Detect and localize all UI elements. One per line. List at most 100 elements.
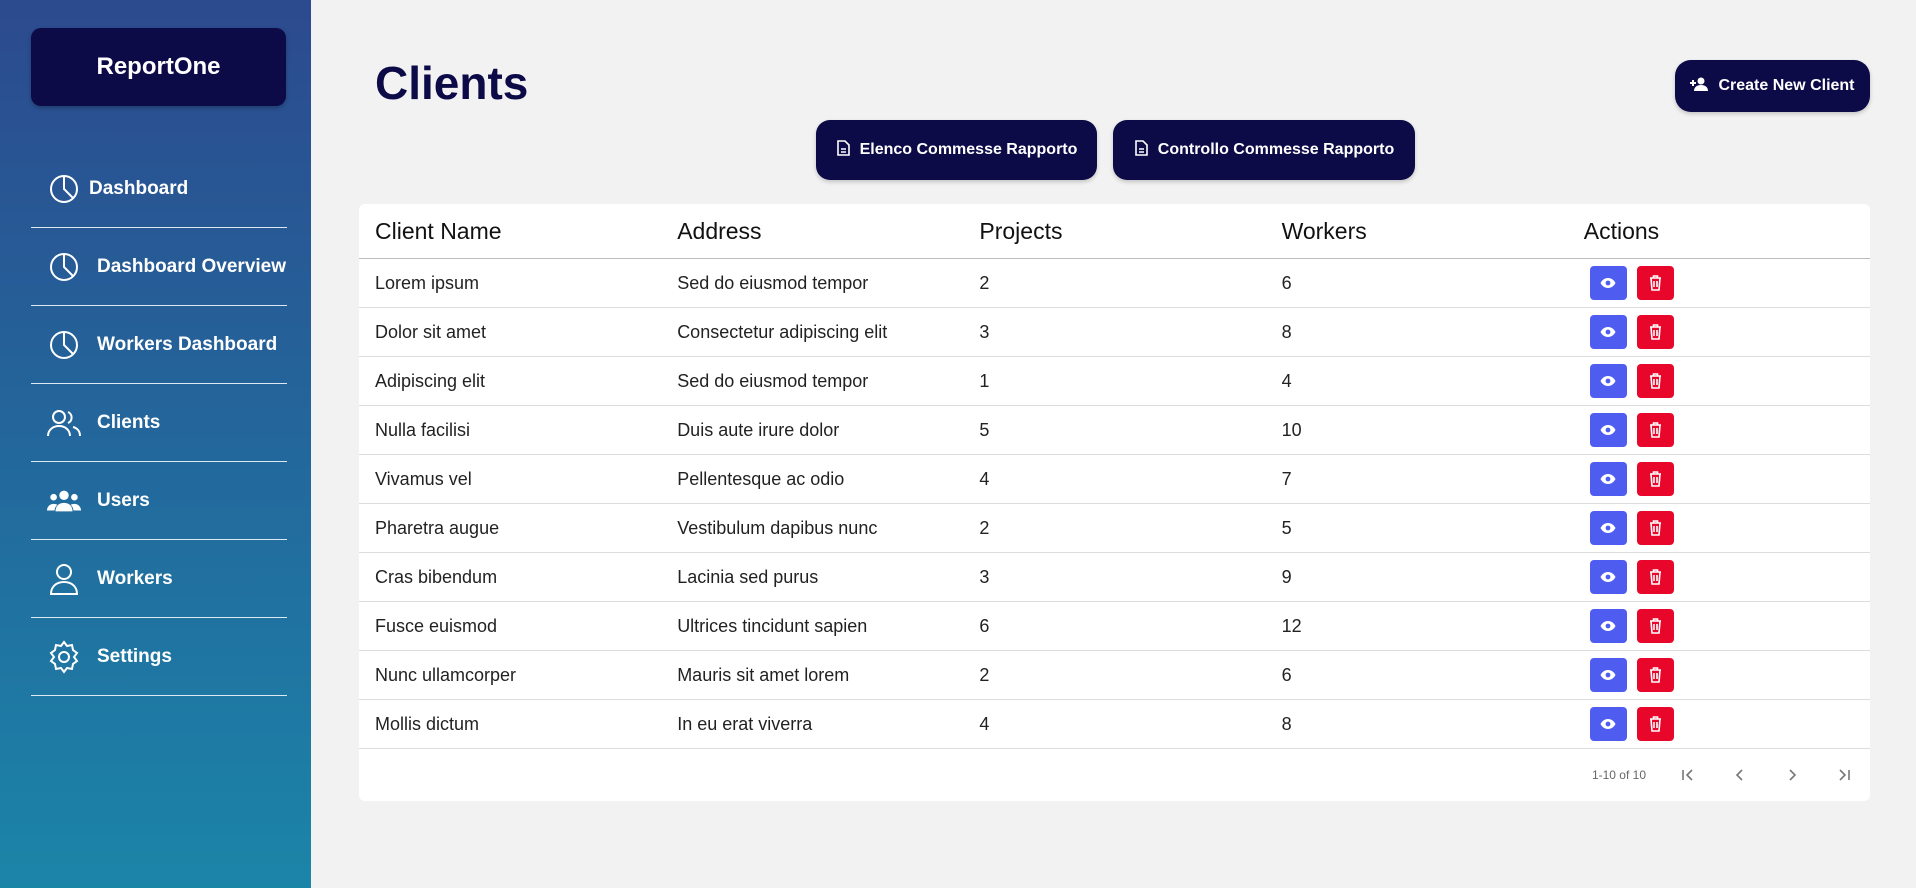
sidebar-item-label: Users: [97, 489, 150, 511]
view-button[interactable]: [1589, 266, 1627, 300]
column-header-client-name[interactable]: Client Name: [359, 204, 662, 259]
delete-button[interactable]: [1636, 707, 1674, 741]
gear-icon: [47, 639, 81, 674]
sidebar-item-label: Settings: [97, 645, 172, 667]
column-header-actions: Actions: [1567, 204, 1870, 259]
projects-cell: 4: [963, 699, 1266, 749]
delete-button[interactable]: [1636, 364, 1674, 398]
eye-icon: [1600, 474, 1616, 484]
trash-icon: [1649, 275, 1661, 291]
delete-button[interactable]: [1636, 511, 1674, 545]
client-name-cell: Vivamus vel: [359, 454, 662, 504]
first-page-icon[interactable]: [1662, 755, 1714, 795]
view-button[interactable]: [1589, 560, 1627, 594]
eye-icon: [1600, 621, 1616, 631]
sidebar-item-workers[interactable]: Workers: [31, 540, 287, 618]
workers-cell: 6: [1265, 258, 1568, 308]
eye-icon: [1600, 327, 1616, 337]
actions-cell: [1567, 356, 1870, 406]
sidebar-item-settings[interactable]: Settings: [31, 618, 287, 696]
delete-button[interactable]: [1636, 315, 1674, 349]
client-name-cell: Cras bibendum: [359, 552, 662, 602]
workers-cell: 4: [1265, 356, 1568, 406]
client-name-cell: Lorem ipsum: [359, 258, 662, 308]
view-button[interactable]: [1589, 609, 1627, 643]
brand-logo[interactable]: ReportOne: [31, 28, 286, 106]
main-content: Clients Create New Client Elenco Commess…: [311, 0, 1916, 888]
create-client-label: Create New Client: [1718, 77, 1855, 94]
trash-icon: [1649, 569, 1661, 585]
actions-cell: [1567, 601, 1870, 651]
last-page-icon[interactable]: [1818, 755, 1870, 795]
elenco-report-button[interactable]: Elenco Commesse Rapporto: [816, 120, 1097, 180]
sidebar-item-users[interactable]: Users: [31, 462, 287, 540]
row-actions: [1589, 413, 1870, 447]
pagination: 1-10 of 10: [1592, 749, 1870, 801]
column-header-address[interactable]: Address: [661, 204, 964, 259]
client-name-cell: Fusce euismod: [359, 601, 662, 651]
trash-icon: [1649, 716, 1661, 732]
actions-cell: [1567, 405, 1870, 455]
view-button[interactable]: [1589, 364, 1627, 398]
elenco-report-label: Elenco Commesse Rapporto: [859, 141, 1078, 158]
trash-icon: [1649, 422, 1661, 438]
address-cell: Vestibulum dapibus nunc: [661, 503, 964, 553]
eye-icon: [1600, 278, 1616, 288]
eye-icon: [1600, 376, 1616, 386]
address-cell: Lacinia sed purus: [661, 552, 964, 602]
table-body: Lorem ipsum Sed do eiusmod tempor 2 6 Dolor …: [359, 258, 1870, 749]
controllo-report-button[interactable]: Controllo Commesse Rapporto: [1113, 120, 1415, 180]
delete-button[interactable]: [1636, 413, 1674, 447]
column-header-projects[interactable]: Projects: [963, 204, 1266, 259]
sidebar-item-clients[interactable]: Clients: [31, 384, 287, 462]
view-button[interactable]: [1589, 658, 1627, 692]
view-button[interactable]: [1589, 511, 1627, 545]
actions-cell: [1567, 552, 1870, 602]
eye-icon: [1600, 670, 1616, 680]
address-cell: Sed do eiusmod tempor: [661, 356, 964, 406]
row-actions: [1589, 315, 1870, 349]
client-name-cell: Dolor sit amet: [359, 307, 662, 357]
users-icon: [47, 406, 81, 440]
projects-cell: 5: [963, 405, 1266, 455]
row-actions: [1589, 658, 1870, 692]
view-button[interactable]: [1589, 462, 1627, 496]
delete-button[interactable]: [1636, 266, 1674, 300]
delete-button[interactable]: [1636, 609, 1674, 643]
client-name-cell: Adipiscing elit: [359, 356, 662, 406]
user-icon: [47, 562, 81, 596]
row-actions: [1589, 560, 1870, 594]
address-cell: Consectetur adipiscing elit: [661, 307, 964, 357]
table-row: Fusce euismod Ultrices tincidunt sapien 6 1…: [359, 601, 1870, 651]
view-button[interactable]: [1589, 315, 1627, 349]
pie-chart-icon: [47, 250, 81, 284]
projects-cell: 2: [963, 503, 1266, 553]
table-row: Adipiscing elit Sed do eiusmod tempor 1 4: [359, 356, 1870, 406]
clients-table: Client Name Address Projects Workers Act…: [359, 204, 1870, 749]
create-client-button[interactable]: Create New Client: [1675, 60, 1870, 112]
workers-cell: 7: [1265, 454, 1568, 504]
workers-cell: 9: [1265, 552, 1568, 602]
previous-page-icon[interactable]: [1714, 755, 1766, 795]
document-icon: [1134, 139, 1148, 161]
address-cell: Ultrices tincidunt sapien: [661, 601, 964, 651]
workers-cell: 12: [1265, 601, 1568, 651]
next-page-icon[interactable]: [1766, 755, 1818, 795]
view-button[interactable]: [1589, 707, 1627, 741]
projects-cell: 2: [963, 258, 1266, 308]
column-header-workers[interactable]: Workers: [1265, 204, 1568, 259]
delete-button[interactable]: [1636, 462, 1674, 496]
sidebar-item-dashboard[interactable]: Dashboard: [31, 150, 287, 228]
sidebar-item-workers-dashboard[interactable]: Workers Dashboard: [31, 306, 287, 384]
document-icon: [836, 139, 850, 161]
table-row: Dolor sit amet Consectetur adipiscing eli…: [359, 307, 1870, 357]
address-cell: Pellentesque ac odio: [661, 454, 964, 504]
workers-cell: 6: [1265, 650, 1568, 700]
view-button[interactable]: [1589, 413, 1627, 447]
eye-icon: [1600, 425, 1616, 435]
address-cell: Mauris sit amet lorem: [661, 650, 964, 700]
sidebar-item-dashboard-overview[interactable]: Dashboard Overview: [31, 228, 287, 306]
delete-button[interactable]: [1636, 658, 1674, 692]
delete-button[interactable]: [1636, 560, 1674, 594]
clients-table-card: Client Name Address Projects Workers Act…: [359, 204, 1870, 801]
